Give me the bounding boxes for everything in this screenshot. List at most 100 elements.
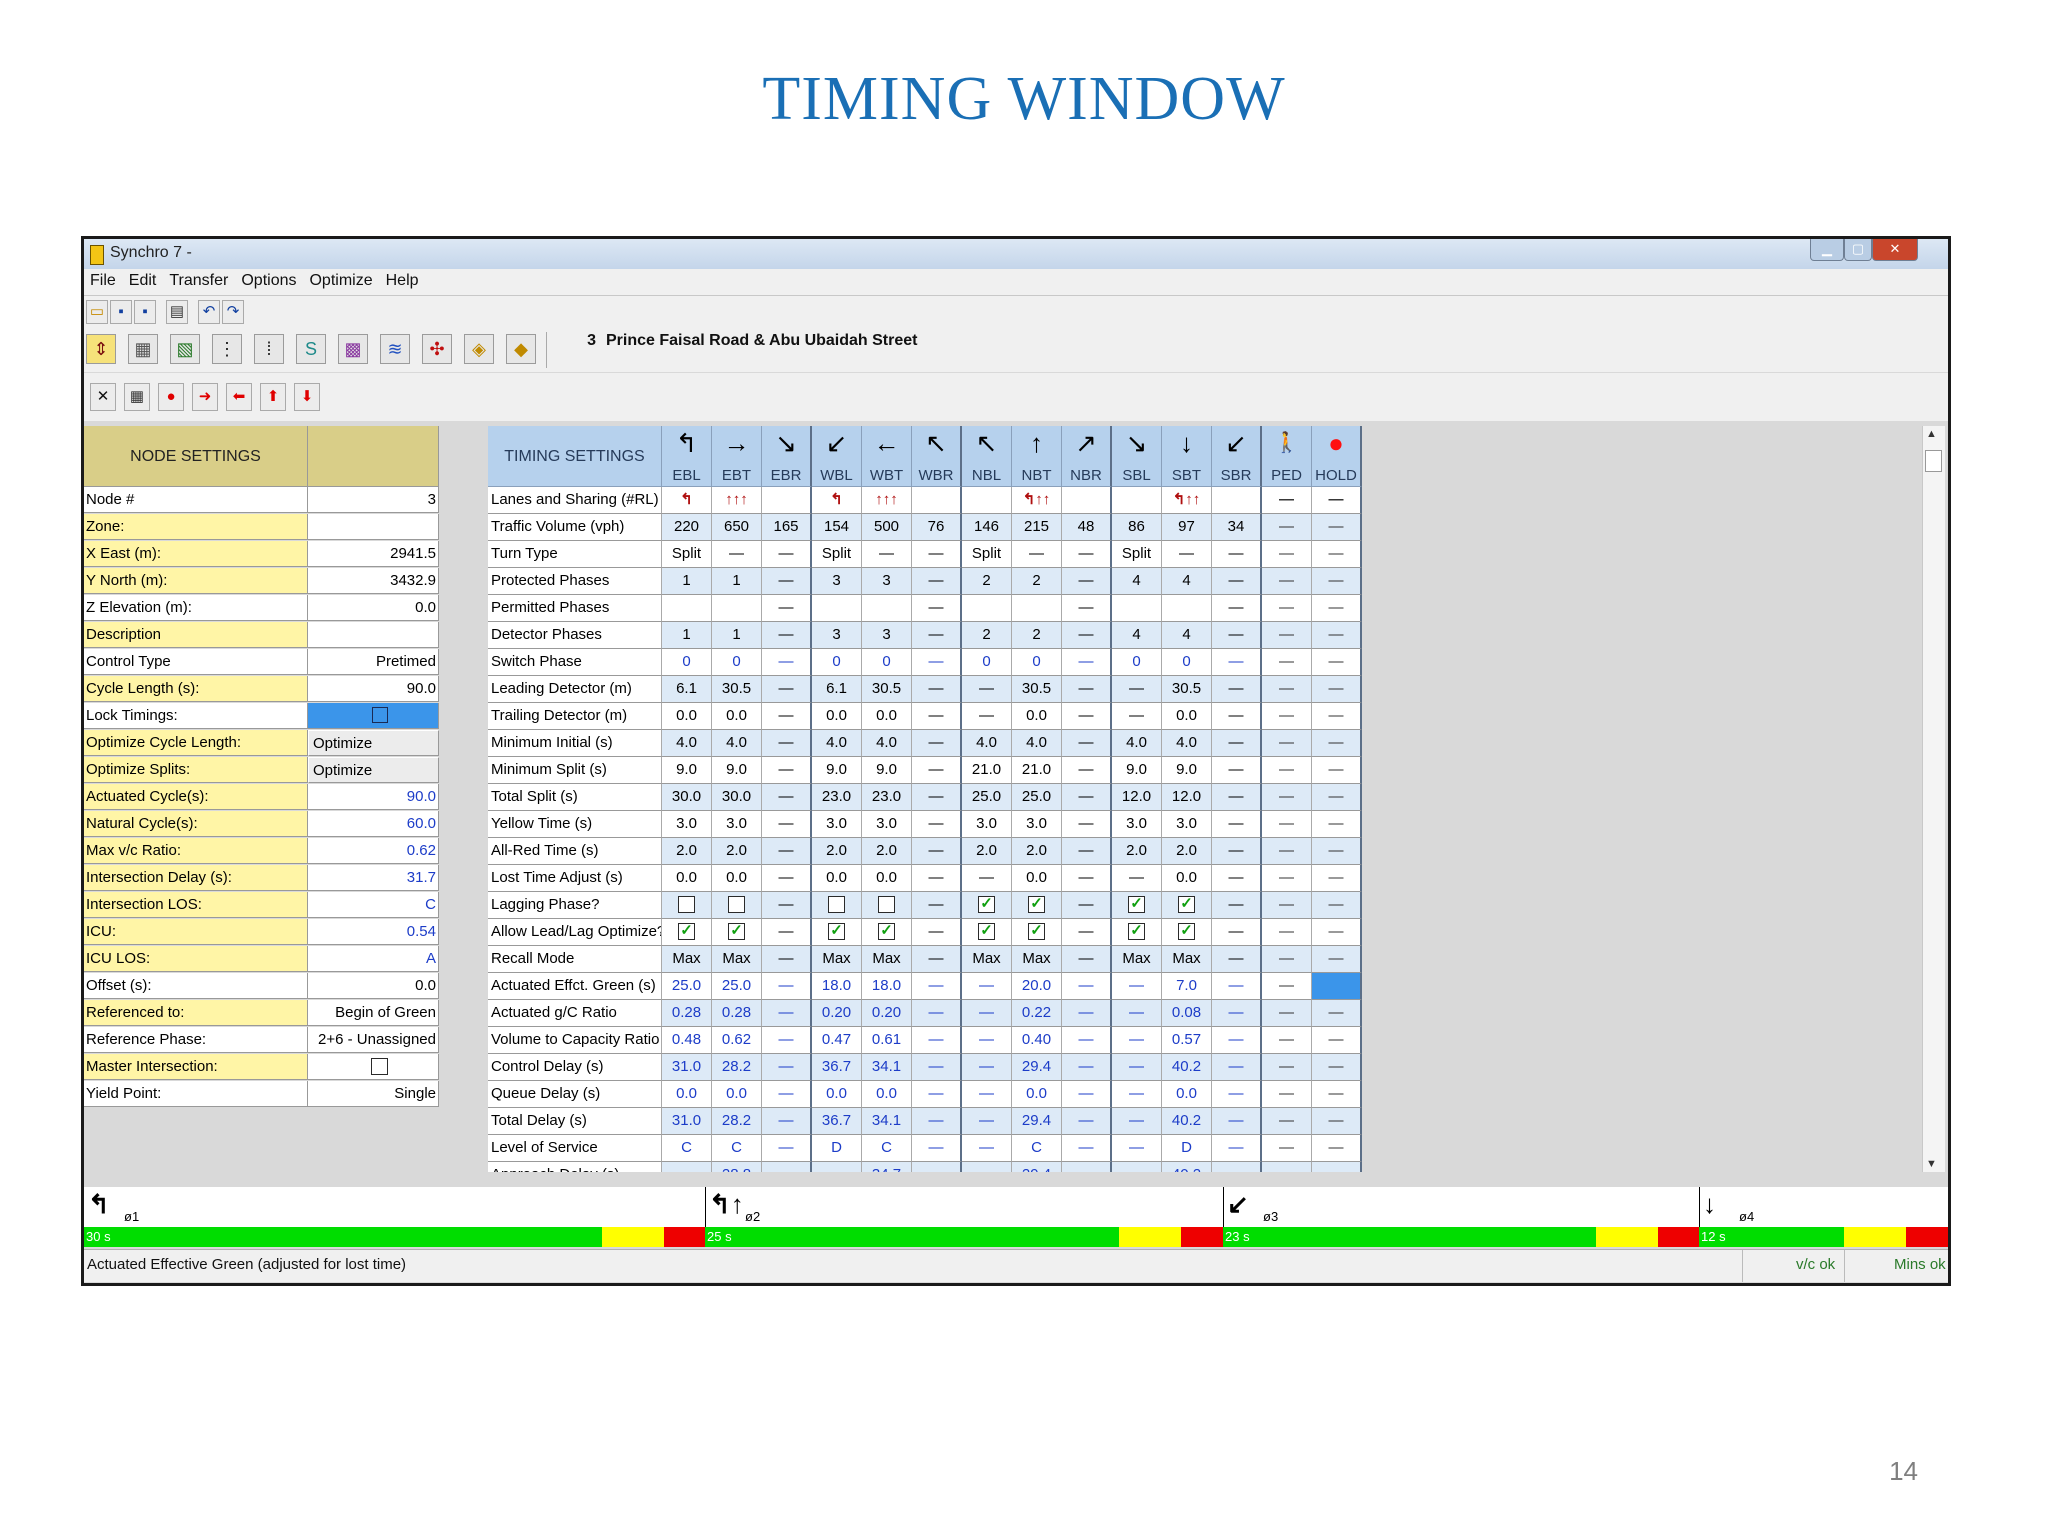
timing-cell[interactable]: 3: [862, 568, 912, 595]
timing-cell[interactable]: [762, 487, 812, 514]
timing-cell[interactable]: —: [762, 703, 812, 730]
timing-cell[interactable]: 1: [712, 568, 762, 595]
timing-cell[interactable]: ✓: [1112, 892, 1162, 919]
timing-cell[interactable]: —: [1112, 973, 1162, 1000]
node-setting-value[interactable]: 90.0: [308, 676, 439, 702]
timing-cell[interactable]: 3.0: [1162, 811, 1212, 838]
timing-cell[interactable]: —: [762, 757, 812, 784]
timing-cell[interactable]: 30.5: [862, 676, 912, 703]
arrow-down-icon[interactable]: ⬇: [294, 383, 320, 411]
timing-cell[interactable]: 0.20: [812, 1000, 862, 1027]
timing-cell[interactable]: —: [1212, 1054, 1262, 1081]
coordinate-icon[interactable]: ≋: [380, 334, 410, 364]
node-setting-value[interactable]: [308, 514, 439, 540]
timing-cell[interactable]: —: [812, 1162, 862, 1172]
timing-cell[interactable]: —: [1112, 1162, 1162, 1172]
timing-cell[interactable]: 28.2: [712, 1108, 762, 1135]
timing-cell[interactable]: —: [1062, 568, 1112, 595]
timing-cell[interactable]: —: [912, 865, 962, 892]
timing-cell[interactable]: 4.0: [962, 730, 1012, 757]
menu-transfer[interactable]: Transfer: [163, 269, 235, 290]
timing-cell[interactable]: 18.0: [862, 973, 912, 1000]
hold-record-icon[interactable]: ●: [158, 383, 184, 411]
timing-cell[interactable]: 3: [812, 568, 862, 595]
timing-cell[interactable]: 0.40: [1012, 1027, 1062, 1054]
checkbox-checked[interactable]: ✓: [678, 922, 695, 940]
timing-cell[interactable]: 0.0: [812, 703, 862, 730]
timing-cell[interactable]: —: [762, 595, 812, 622]
timing-cell[interactable]: Max: [1112, 946, 1162, 973]
timing-cell[interactable]: [912, 487, 962, 514]
timing-cell[interactable]: —: [1312, 568, 1362, 595]
timing-cell[interactable]: —: [912, 973, 962, 1000]
timing-cell[interactable]: —: [1062, 1000, 1112, 1027]
timing-cell[interactable]: —: [912, 1162, 962, 1172]
timing-cell[interactable]: —: [1312, 946, 1362, 973]
timing-cell[interactable]: ✓: [962, 919, 1012, 946]
timing-cell[interactable]: 0.0: [1162, 1081, 1212, 1108]
timing-cell[interactable]: 0: [1162, 649, 1212, 676]
timing-cell[interactable]: —: [1262, 1108, 1312, 1135]
menu-edit[interactable]: Edit: [123, 269, 164, 290]
timing-cell[interactable]: —: [1262, 838, 1312, 865]
timing-cell[interactable]: —: [912, 1054, 962, 1081]
timing-cell[interactable]: —: [1262, 730, 1312, 757]
timing-cell[interactable]: —: [1062, 541, 1112, 568]
timing-cell[interactable]: 25.0: [712, 973, 762, 1000]
timing-cell[interactable]: —: [1212, 703, 1262, 730]
timing-cell[interactable]: —: [1062, 676, 1112, 703]
timing-cell[interactable]: 29.4: [1012, 1108, 1062, 1135]
movement-header-wbt[interactable]: ← WBT: [862, 426, 912, 487]
phase-2-label[interactable]: ø2: [745, 1209, 760, 1224]
timing-cell[interactable]: 23.0: [862, 784, 912, 811]
timing-cell[interactable]: 9.0: [812, 757, 862, 784]
timing-cell[interactable]: 31.0: [662, 1054, 712, 1081]
movement-header-nbl[interactable]: ↖ NBL: [962, 426, 1012, 487]
timing-cell[interactable]: 4.0: [662, 730, 712, 757]
movement-header-hold[interactable]: ● HOLD: [1312, 426, 1362, 487]
timing-cell[interactable]: —: [1212, 595, 1262, 622]
timing-cell[interactable]: —: [1212, 1081, 1262, 1108]
timing-cell[interactable]: —: [1212, 1162, 1262, 1172]
timing-cell[interactable]: —: [1062, 865, 1112, 892]
phase-1-green-bar[interactable]: 30 s: [84, 1227, 602, 1247]
timing-cell[interactable]: 25.0: [962, 784, 1012, 811]
timing-cell[interactable]: —: [1312, 622, 1362, 649]
timing-cell[interactable]: Max: [862, 946, 912, 973]
timing-cell[interactable]: —: [1262, 1081, 1312, 1108]
timing-cell[interactable]: 0.22: [1012, 1000, 1062, 1027]
timing-cell[interactable]: 0.0: [712, 865, 762, 892]
redo-icon[interactable]: ↷: [222, 300, 244, 324]
node-setting-value[interactable]: Optimize: [308, 757, 439, 783]
timing-cell[interactable]: 36.7: [812, 1108, 862, 1135]
timing-cell[interactable]: Split: [812, 541, 862, 568]
timing-cell[interactable]: 86: [1112, 514, 1162, 541]
timing-cell[interactable]: 0.08: [1162, 1000, 1212, 1027]
movement-header-ebl[interactable]: ↰ EBL: [662, 426, 712, 487]
timing-cell[interactable]: 2.0: [962, 838, 1012, 865]
timing-cell[interactable]: 30.5: [1162, 676, 1212, 703]
timing-cell[interactable]: —: [962, 1135, 1012, 1162]
timing-cell[interactable]: ↰↑↑: [1162, 487, 1212, 514]
timing-cell[interactable]: —: [1262, 514, 1312, 541]
timing-cell[interactable]: —: [912, 919, 962, 946]
timing-cell[interactable]: —: [1262, 649, 1312, 676]
timing-icon[interactable]: ⋮: [212, 334, 242, 364]
selected-cell[interactable]: [1312, 973, 1362, 1000]
timing-cell[interactable]: 4.0: [712, 730, 762, 757]
movement-header-wbr[interactable]: ↖ WBR: [912, 426, 962, 487]
timing-cell[interactable]: —: [1262, 676, 1312, 703]
timing-cell[interactable]: [962, 595, 1012, 622]
timing-cell[interactable]: —: [912, 1108, 962, 1135]
save-as-icon[interactable]: ▪: [134, 300, 156, 324]
timing-cell[interactable]: 30.5: [712, 676, 762, 703]
timing-cell[interactable]: —: [1062, 946, 1112, 973]
node-setting-value[interactable]: Pretimed: [308, 649, 439, 675]
timing-cell[interactable]: —: [1062, 1162, 1112, 1172]
timing-cell[interactable]: 29.4: [1012, 1054, 1062, 1081]
timing-cell[interactable]: —: [1062, 757, 1112, 784]
timing-cell[interactable]: —: [1112, 1108, 1162, 1135]
timing-cell[interactable]: C: [862, 1135, 912, 1162]
timing-cell[interactable]: —: [962, 1054, 1012, 1081]
timing-cell[interactable]: Max: [812, 946, 862, 973]
